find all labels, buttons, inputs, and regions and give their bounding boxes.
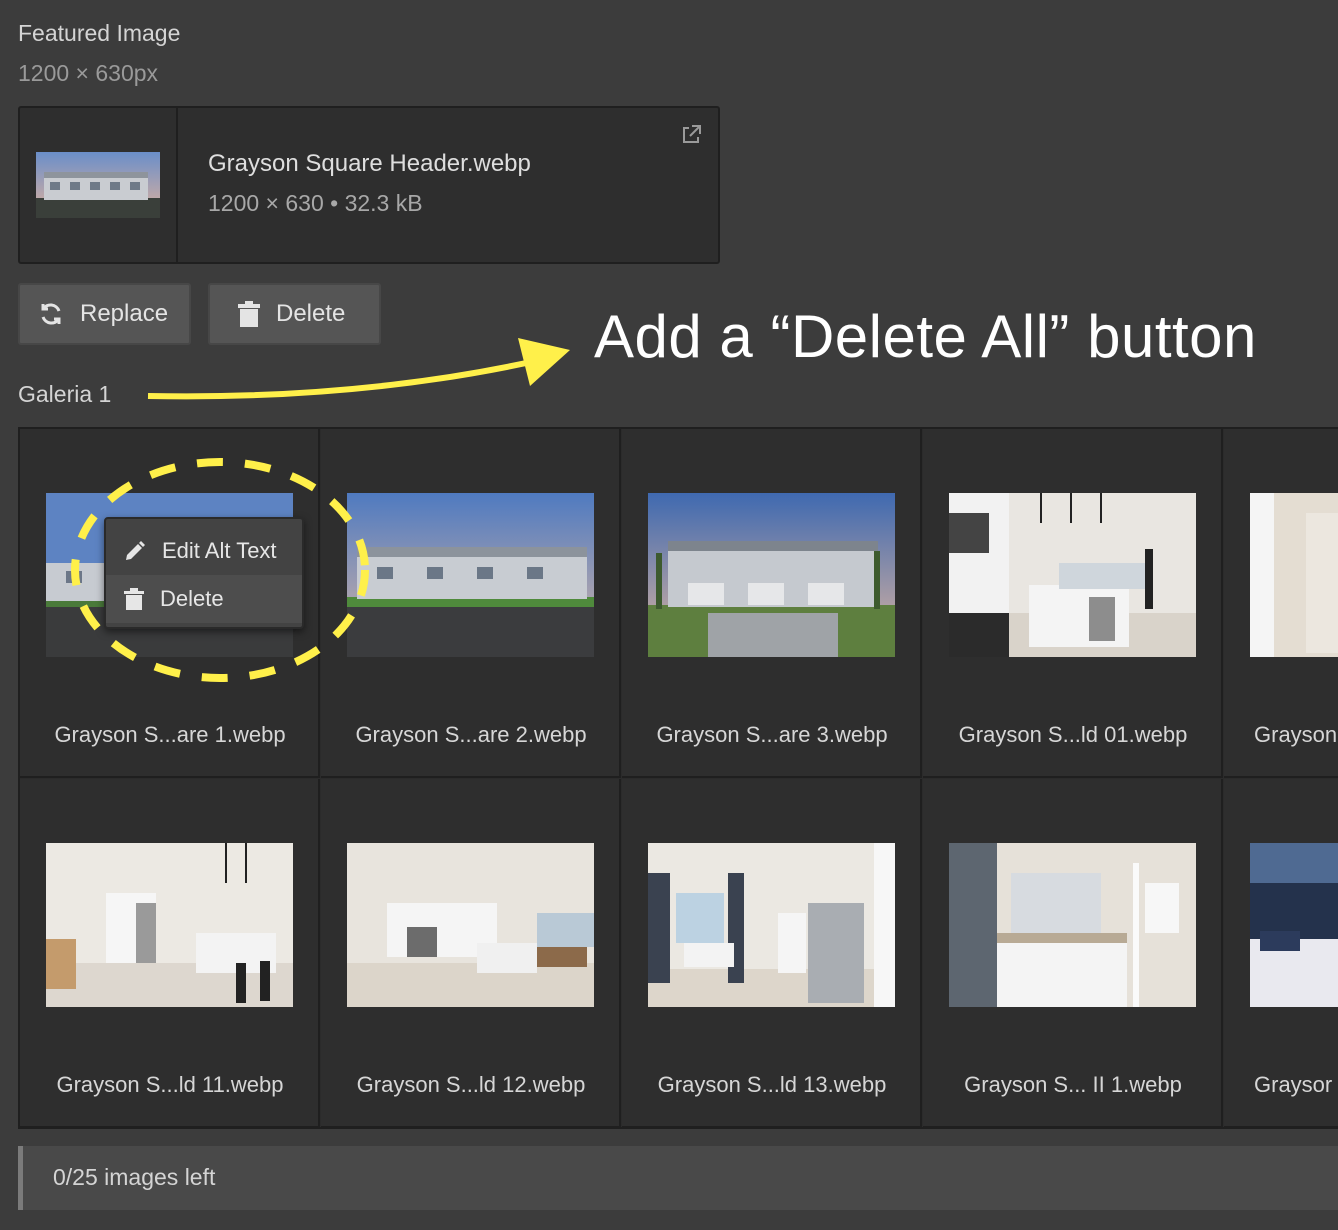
gallery-item[interactable]: Grayson S...ld 01.webp (923, 429, 1223, 778)
gallery-item-caption: Graysor (1254, 1072, 1333, 1097)
gallery-item-caption: Grayson S...are 3.webp (656, 722, 888, 747)
gallery-item-caption: Grayson S...ld 12.webp (356, 1072, 586, 1097)
gallery-item[interactable]: Grayson (1224, 429, 1338, 778)
gallery-item-caption: Grayson S...ld 13.webp (657, 1072, 887, 1097)
gallery-thumbnail[interactable] (648, 493, 895, 657)
featured-file-name: Grayson Square Header.webp (208, 150, 531, 177)
gallery-item[interactable]: Grayson S... II 1.webp (923, 779, 1223, 1128)
featured-thumb-container (20, 108, 178, 262)
gallery-item-caption: Grayson S...ld 11.webp (56, 1072, 284, 1097)
gallery-item-caption: Grayson S...ld 01.webp (958, 722, 1188, 747)
gallery-item[interactable]: Grayson S...ld 12.webp (321, 779, 621, 1128)
gallery-item-caption: Grayson S...are 2.webp (355, 722, 587, 747)
external-link-icon[interactable] (680, 124, 702, 146)
gallery-item[interactable]: Graysor (1224, 779, 1338, 1128)
gallery-item[interactable]: Grayson S...ld 13.webp (622, 779, 922, 1128)
gallery-item[interactable]: Grayson S...ld 11.webp (20, 779, 320, 1128)
featured-thumbnail[interactable] (36, 152, 160, 218)
images-left-status: 0/25 images left (53, 1164, 216, 1190)
gallery-item-caption: Grayson S... II 1.webp (964, 1072, 1182, 1097)
gallery-item-caption: Grayson S...are 1.webp (54, 722, 286, 747)
refresh-icon (41, 303, 61, 325)
images-left-bar: 0/25 images left (18, 1146, 1338, 1210)
annotation-arrow (147, 338, 570, 400)
delete-button-label: Delete (276, 300, 346, 327)
trash-icon (238, 301, 260, 327)
gallery-item-caption: Grayson (1254, 722, 1338, 747)
replace-button-label: Replace (80, 300, 169, 327)
annotation-text: Add a “Delete All” button (594, 303, 1257, 370)
gallery-thumbnail[interactable] (648, 843, 895, 1007)
featured-file-meta: 1200 × 630 • 32.3 kB (208, 190, 423, 216)
gallery-thumbnail[interactable] (949, 843, 1196, 1007)
gallery-title: Galeria 1 (18, 381, 112, 407)
gallery-item[interactable]: Grayson S...are 3.webp (622, 429, 922, 778)
gallery-thumbnail[interactable] (1250, 843, 1338, 1007)
featured-image-card[interactable]: Grayson Square Header.webp 1200 × 630 • … (18, 106, 720, 264)
gallery-thumbnail[interactable] (347, 843, 594, 1007)
gallery-thumbnail[interactable] (1250, 493, 1338, 657)
annotation-highlight-ellipse (71, 458, 369, 682)
gallery-thumbnail[interactable] (949, 493, 1196, 657)
featured-image-dimensions: 1200 × 630px (18, 60, 159, 86)
gallery-thumbnail[interactable] (46, 843, 293, 1007)
featured-image-title: Featured Image (18, 20, 181, 46)
